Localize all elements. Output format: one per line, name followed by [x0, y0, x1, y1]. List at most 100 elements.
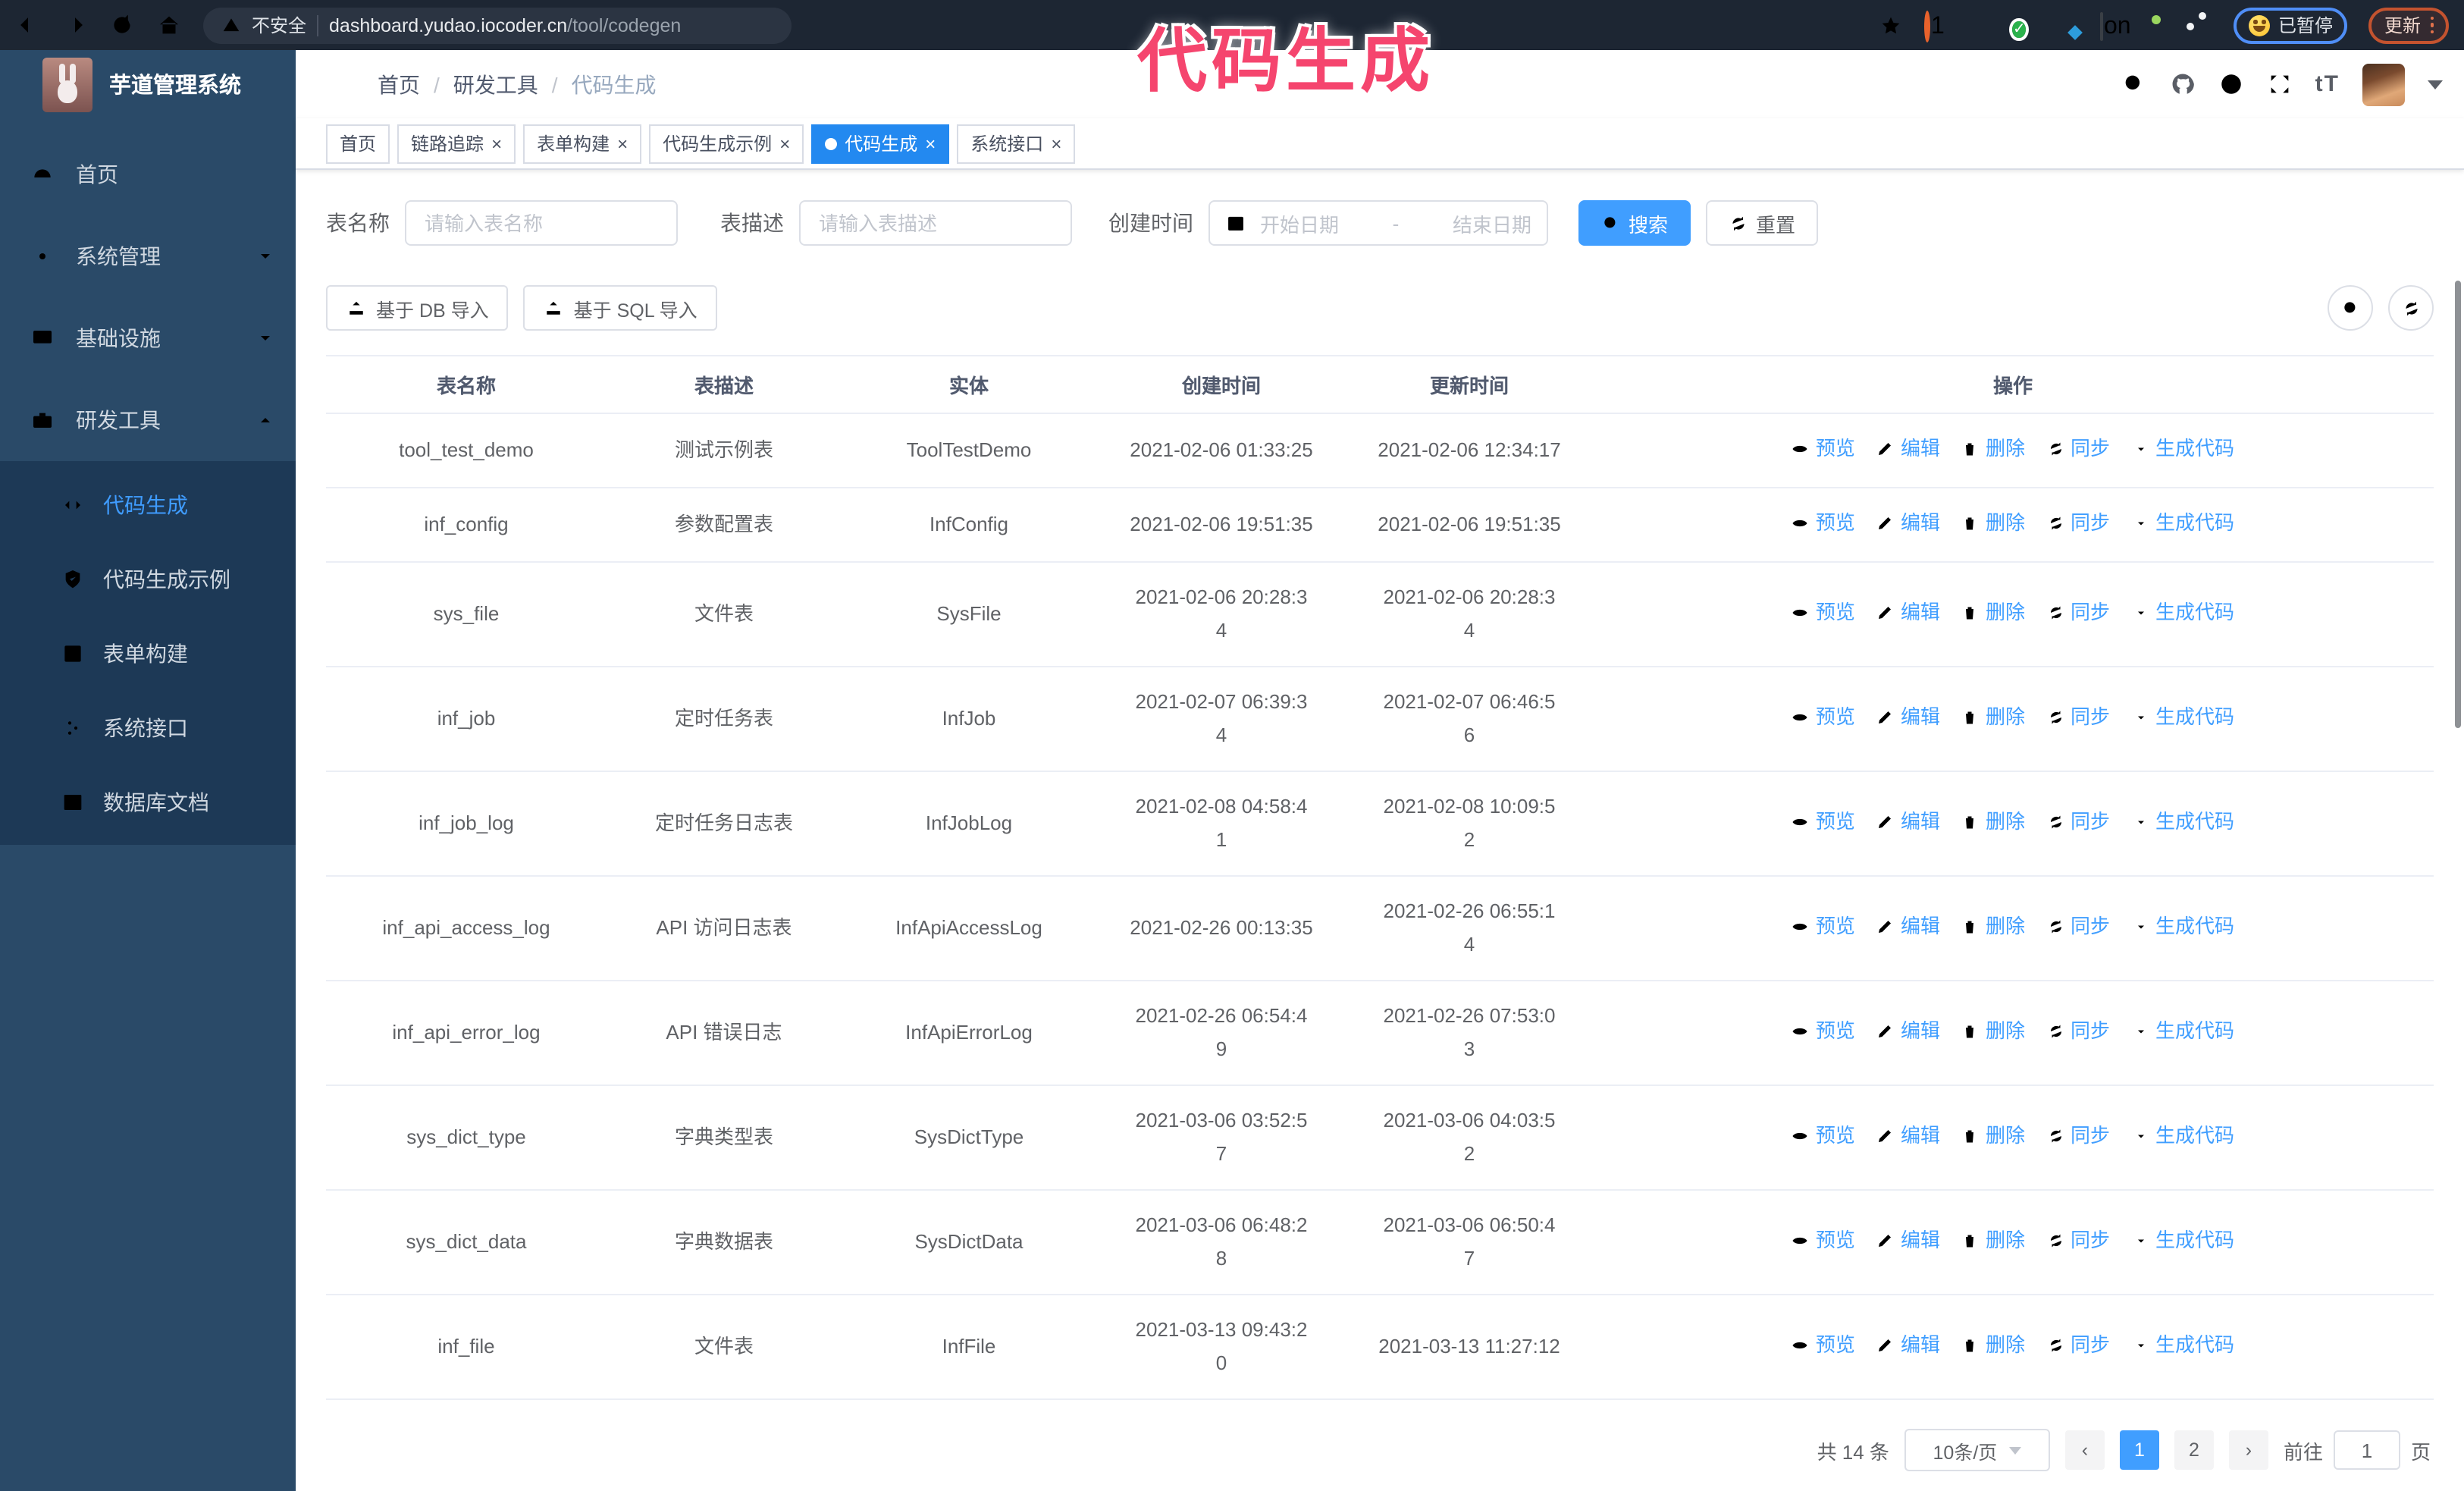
action-sync-link[interactable]: 同步	[2046, 1119, 2110, 1153]
extension-orange-icon[interactable]: 1	[1924, 10, 1949, 42]
sidebar-item-codegen-example[interactable]: 代码生成示例	[0, 541, 296, 616]
action-sync-link[interactable]: 同步	[2046, 507, 2110, 540]
action-trash-link[interactable]: 删除	[1961, 1015, 2025, 1048]
tab-tracing[interactable]: 链路追踪 ×	[397, 124, 516, 163]
action-download-link[interactable]: 生成代码	[2131, 432, 2234, 466]
action-sync-link[interactable]: 同步	[2046, 910, 2110, 943]
close-icon[interactable]: ×	[925, 134, 936, 152]
update-button[interactable]: 更新	[2368, 7, 2449, 43]
action-edit-link[interactable]: 编辑	[1876, 805, 1940, 839]
close-icon[interactable]: ×	[1051, 134, 1061, 152]
avatar[interactable]	[2362, 63, 2405, 105]
logo-row[interactable]: 芋道管理系统	[0, 50, 296, 118]
reset-button[interactable]: 重置	[1706, 200, 1819, 246]
address-bar[interactable]: 不安全 dashboard.yudao.iocoder.cn/tool/code…	[203, 7, 792, 43]
action-eye-link[interactable]: 预览	[1792, 596, 1855, 629]
sidebar-item-codegen[interactable]: 代码生成	[0, 467, 296, 541]
import-db-button[interactable]: 基于 DB 导入	[326, 285, 509, 331]
tab-home[interactable]: 首页	[326, 124, 390, 163]
action-eye-link[interactable]: 预览	[1792, 1015, 1855, 1048]
fullscreen-icon[interactable]	[2267, 71, 2293, 97]
close-icon[interactable]: ×	[779, 134, 790, 152]
extension-puzzle-icon[interactable]	[2189, 13, 2213, 37]
search-button[interactable]: 搜索	[1578, 200, 1691, 246]
tab-system-api[interactable]: 系统接口 ×	[957, 124, 1076, 163]
action-sync-link[interactable]: 同步	[2046, 1224, 2110, 1257]
browser-home-icon[interactable]	[156, 12, 182, 38]
action-edit-link[interactable]: 编辑	[1876, 596, 1940, 629]
extension-diamond-icon[interactable]	[1969, 13, 1993, 37]
browser-menu-dots-icon[interactable]	[2430, 16, 2434, 34]
action-edit-link[interactable]: 编辑	[1876, 432, 1940, 466]
extension-check-icon[interactable]: ✓	[2012, 13, 2037, 37]
extension-on-icon[interactable]: on	[2100, 11, 2131, 40]
action-download-link[interactable]: 生成代码	[2131, 1015, 2234, 1048]
action-sync-link[interactable]: 同步	[2046, 805, 2110, 839]
browser-reload-icon[interactable]	[109, 12, 135, 38]
import-sql-button[interactable]: 基于 SQL 导入	[523, 285, 717, 331]
action-trash-link[interactable]: 删除	[1961, 432, 2025, 466]
action-edit-link[interactable]: 编辑	[1876, 1224, 1940, 1257]
avatar-caret-down-icon[interactable]	[2428, 80, 2443, 89]
action-eye-link[interactable]: 预览	[1792, 1224, 1855, 1257]
tab-codegen[interactable]: 代码生成 ×	[811, 124, 950, 163]
action-trash-link[interactable]: 删除	[1961, 507, 2025, 540]
table-desc-input[interactable]	[799, 200, 1072, 246]
action-edit-link[interactable]: 编辑	[1876, 1015, 1940, 1048]
action-download-link[interactable]: 生成代码	[2131, 596, 2234, 629]
table-name-input[interactable]	[405, 200, 678, 246]
action-sync-link[interactable]: 同步	[2046, 1329, 2110, 1362]
page-button-1[interactable]: 1	[2119, 1430, 2159, 1470]
sidebar-item-system-api[interactable]: 系统接口	[0, 690, 296, 764]
action-trash-link[interactable]: 删除	[1961, 1224, 2025, 1257]
action-sync-link[interactable]: 同步	[2046, 1015, 2110, 1048]
action-download-link[interactable]: 生成代码	[2131, 701, 2234, 734]
goto-page-input[interactable]	[2333, 1430, 2400, 1470]
breadcrumb-dev-tools[interactable]: 研发工具	[453, 69, 538, 99]
action-trash-link[interactable]: 删除	[1961, 910, 2025, 943]
search-icon[interactable]	[2121, 71, 2147, 97]
action-trash-link[interactable]: 删除	[1961, 596, 2025, 629]
extension-grid-icon[interactable]	[2057, 13, 2081, 37]
action-edit-link[interactable]: 编辑	[1876, 910, 1940, 943]
action-edit-link[interactable]: 编辑	[1876, 701, 1940, 734]
action-sync-link[interactable]: 同步	[2046, 596, 2110, 629]
refresh-table-button[interactable]	[2388, 285, 2434, 331]
action-download-link[interactable]: 生成代码	[2131, 1329, 2234, 1362]
action-download-link[interactable]: 生成代码	[2131, 910, 2234, 943]
close-icon[interactable]: ×	[491, 134, 502, 152]
action-download-link[interactable]: 生成代码	[2131, 1224, 2234, 1257]
action-eye-link[interactable]: 预览	[1792, 701, 1855, 734]
action-trash-link[interactable]: 删除	[1961, 805, 2025, 839]
help-icon[interactable]	[2218, 71, 2244, 97]
sidebar-item-infra[interactable]: 基础设施	[0, 297, 296, 379]
github-icon[interactable]	[2170, 71, 2196, 97]
action-eye-link[interactable]: 预览	[1792, 432, 1855, 466]
action-sync-link[interactable]: 同步	[2046, 432, 2110, 466]
tab-codegen-example[interactable]: 代码生成示例 ×	[649, 124, 804, 163]
action-edit-link[interactable]: 编辑	[1876, 507, 1940, 540]
prev-page-button[interactable]: ‹	[2064, 1430, 2105, 1470]
browser-forward-icon[interactable]	[62, 12, 88, 38]
paused-badge[interactable]: 已暂停	[2234, 7, 2348, 43]
page-button-2[interactable]: 2	[2174, 1430, 2214, 1470]
action-eye-link[interactable]: 预览	[1792, 1329, 1855, 1362]
breadcrumb-home[interactable]: 首页	[378, 69, 420, 99]
action-trash-link[interactable]: 删除	[1961, 701, 2025, 734]
sidebar-item-system[interactable]: 系统管理	[0, 215, 296, 297]
action-download-link[interactable]: 生成代码	[2131, 507, 2234, 540]
action-eye-link[interactable]: 预览	[1792, 910, 1855, 943]
action-eye-link[interactable]: 预览	[1792, 805, 1855, 839]
close-icon[interactable]: ×	[617, 134, 628, 152]
action-edit-link[interactable]: 编辑	[1876, 1329, 1940, 1362]
bookmark-star-icon[interactable]	[1879, 13, 1904, 37]
scrollbar-thumb[interactable]	[2455, 281, 2461, 728]
page-size-select[interactable]: 10条/页	[1904, 1429, 2050, 1471]
date-range-picker[interactable]: 开始日期 - 结束日期	[1208, 200, 1548, 246]
action-sync-link[interactable]: 同步	[2046, 701, 2110, 734]
sidebar-item-db-doc[interactable]: 数据库文档	[0, 764, 296, 839]
sidebar-item-home[interactable]: 首页	[0, 133, 296, 215]
action-trash-link[interactable]: 删除	[1961, 1329, 2025, 1362]
hamburger-icon[interactable]	[323, 71, 350, 98]
font-size-icon[interactable]: tT	[2315, 71, 2340, 97]
